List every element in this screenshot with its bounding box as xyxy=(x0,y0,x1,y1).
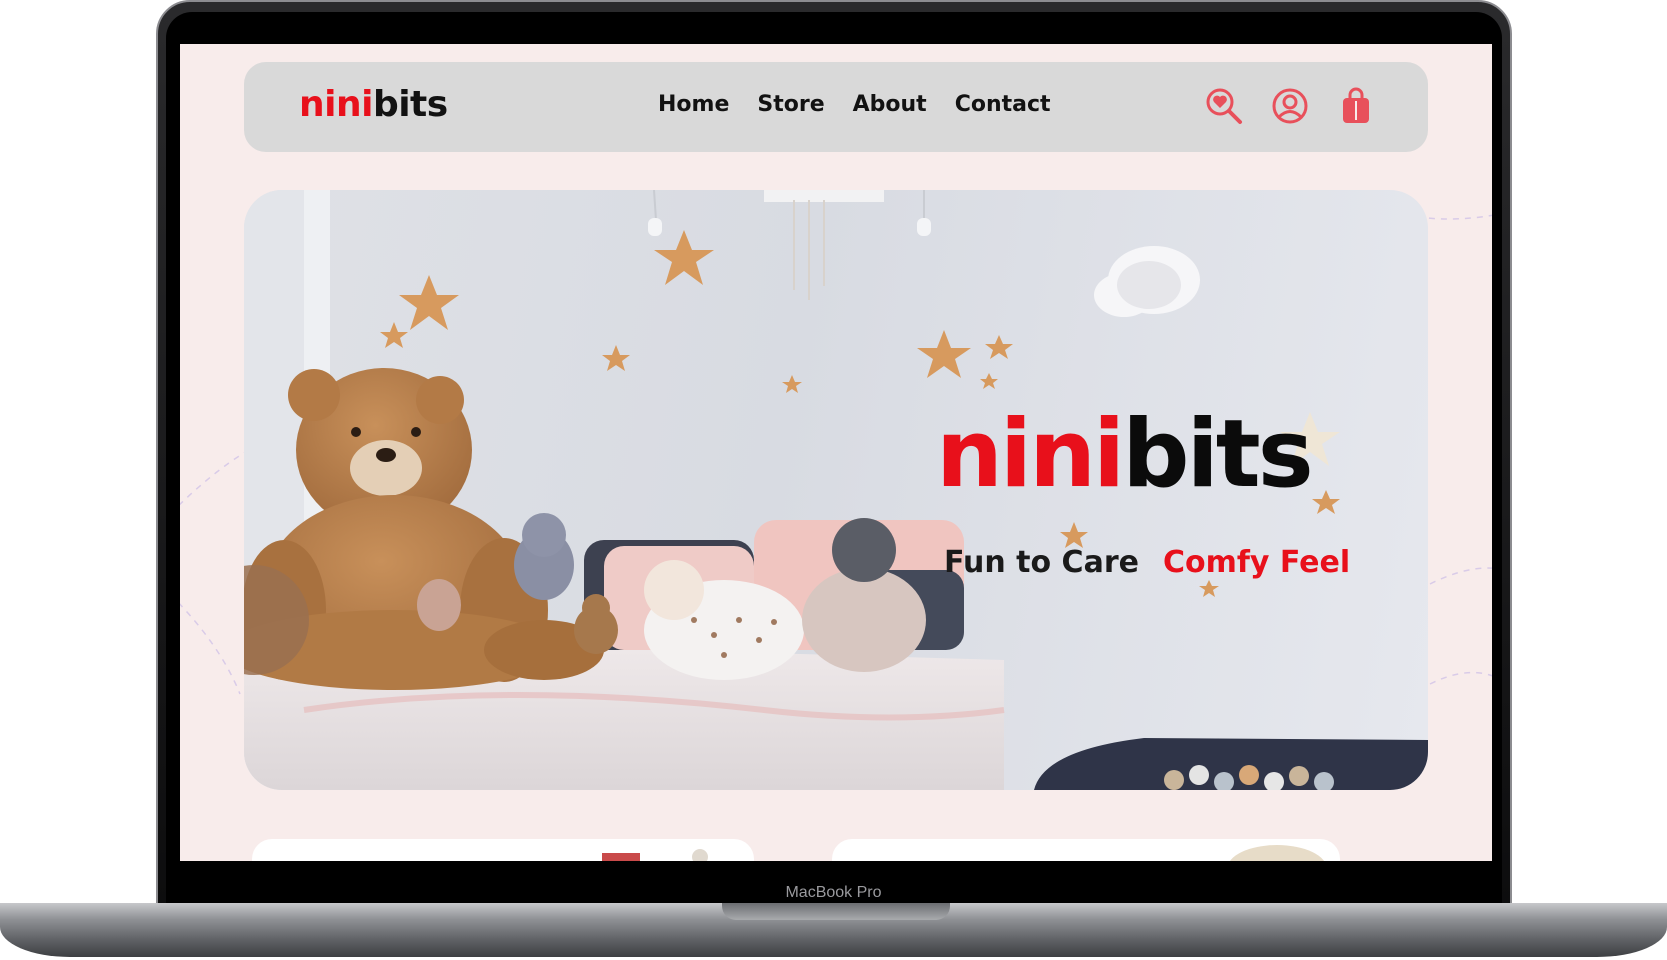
top-navbar: ninibits Home Store About Contact xyxy=(244,62,1428,152)
heart-search-icon[interactable] xyxy=(1204,86,1244,126)
product-card-2[interactable] xyxy=(832,839,1340,861)
logo-part-2: bits xyxy=(372,84,448,125)
shopping-bag-icon[interactable] xyxy=(1336,86,1376,126)
brand-logo[interactable]: ninibits xyxy=(299,84,448,125)
hero-tagline: Fun to Care Comfy Feel xyxy=(944,545,1350,580)
nav-store[interactable]: Store xyxy=(757,92,824,117)
laptop-notch xyxy=(722,903,950,920)
hero-title-part-2: bits xyxy=(1122,400,1313,509)
logo-part-1: nini xyxy=(299,84,373,125)
nav-contact[interactable]: Contact xyxy=(955,92,1051,117)
main-nav: Home Store About Contact xyxy=(658,92,1051,117)
tagline-fun-to-care: Fun to Care xyxy=(944,545,1139,580)
hero-title-part-1: nini xyxy=(936,400,1125,509)
product-card-1-image xyxy=(602,849,708,861)
nav-icon-group xyxy=(1204,86,1376,126)
nav-home[interactable]: Home xyxy=(658,92,729,117)
device-label: MacBook Pro xyxy=(785,884,882,901)
hero-brand-title: ninibits xyxy=(936,408,1314,502)
user-icon[interactable] xyxy=(1270,86,1310,126)
nav-about[interactable]: About xyxy=(853,92,927,117)
product-card-1[interactable] xyxy=(252,839,754,861)
website-screen: ninibits Home Store About Contact ninibi… xyxy=(180,44,1492,861)
product-card-2-image xyxy=(1229,845,1325,861)
tagline-comfy-feel: Comfy Feel xyxy=(1162,545,1351,580)
hero-banner: ninibits Fun to Care Comfy Feel xyxy=(244,190,1428,790)
